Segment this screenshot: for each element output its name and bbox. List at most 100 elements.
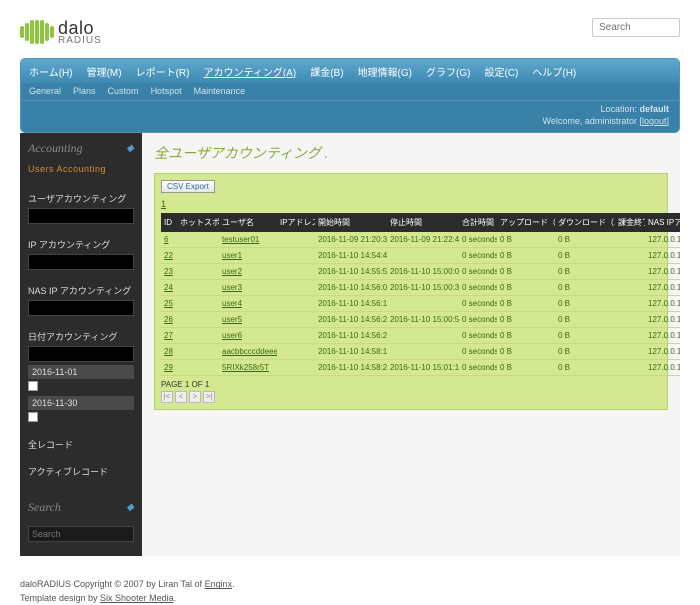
table-cell: 127.0.0.1 [645,280,680,296]
table-cell: 0 seconds [459,312,497,328]
nav-tab[interactable]: グラフ(G) [426,64,470,79]
table-cell: 2016-11-10 15:00:53 [387,312,459,328]
sidebar-item-nasip-accounting[interactable]: NAS IP アカウンティング [28,284,134,316]
row-id-link[interactable]: 23 [164,267,173,276]
table-cell: aacbbcccddeeefff [219,344,277,360]
row-user-link[interactable]: user3 [222,283,242,292]
footer-link-enginx[interactable]: Enginx [205,579,233,589]
table-cell: 2016-11-09 21:20:36 [315,232,387,248]
table-cell: 0 B [497,296,555,312]
column-header[interactable]: アップロード（バイト） [497,213,555,232]
row-user-link[interactable]: user5 [222,315,242,324]
row-user-link[interactable]: testuser01 [222,235,259,244]
welcome-user: administrator [585,116,637,126]
pager-button[interactable]: |< [161,391,173,403]
sidebar-item-user-accounting[interactable]: ユーザアカウンティング [28,192,134,224]
column-header[interactable]: ホットスポット [177,213,219,232]
sidebar-link-all-records[interactable]: 全レコード [28,438,134,451]
row-id-link[interactable]: 26 [164,315,173,324]
sidebar-search-input[interactable] [28,526,134,542]
column-header[interactable]: 合計時間 [459,213,497,232]
table-cell: 0 B [555,344,615,360]
table-cell: 0 B [497,280,555,296]
search-input[interactable] [592,18,680,37]
row-user-link[interactable]: aacbbcccddeeefff [222,347,277,356]
sidebar-input-date-top[interactable] [28,346,134,362]
nav-tab[interactable]: 設定(C) [484,64,518,79]
page-number-top[interactable]: 1 [161,199,661,209]
row-user-link[interactable]: user6 [222,331,242,340]
table-row: 26 user5 2016-11-10 14:56:202016-11-10 15:… [161,312,680,328]
nav-tab[interactable]: 管理(M) [87,64,122,79]
nav-subtab[interactable]: Maintenance [194,86,246,96]
nav-subtab[interactable]: General [29,86,61,96]
sidebar-input-user[interactable] [28,208,134,224]
nav-subtab[interactable]: Custom [108,86,139,96]
row-user-link[interactable]: user4 [222,299,242,308]
table-cell: 127.0.0.1 [645,360,680,376]
row-id-link[interactable]: 27 [164,331,173,340]
sidebar-item-label: ユーザアカウンティング [28,194,126,204]
droplet-icon: ◆ [126,143,134,154]
nav-tab[interactable]: アカウンティング(A) [203,64,296,79]
table-cell: 0 seconds [459,360,497,376]
column-header[interactable]: ユーザ名 [219,213,277,232]
calendar-icon[interactable] [28,412,38,422]
column-header[interactable]: 停止時間 [387,213,459,232]
footer-link-template[interactable]: Six Shooter Media [100,593,174,603]
table-cell: 0 seconds [459,232,497,248]
sidebar-input-ip[interactable] [28,254,134,270]
welcome-prefix: Welcome, [543,116,583,126]
row-user-link[interactable]: user2 [222,267,242,276]
logout-link[interactable]: [logout] [639,116,669,126]
table-cell [277,344,315,360]
table-cell [277,264,315,280]
calendar-icon[interactable] [28,381,38,391]
column-header[interactable]: IPアドレス [277,213,315,232]
table-cell: 0 B [555,360,615,376]
sidebar-input-nasip[interactable] [28,300,134,316]
row-id-link[interactable]: 24 [164,283,173,292]
table-cell: 0 B [497,360,555,376]
pager-button[interactable]: >| [203,391,215,403]
table-cell: 127.0.0.1 [645,296,680,312]
pager-button[interactable]: < [175,391,187,403]
table-cell: 2016-11-10 14:56:20 [315,312,387,328]
table-cell: 127.0.0.1 [645,248,680,264]
csv-export-button[interactable]: CSV Export [161,180,215,193]
sidebar-item-ip-accounting[interactable]: IP アカウンティング [28,238,134,270]
table-cell: 2016-11-10 14:56:27 [315,328,387,344]
row-id-link[interactable]: 28 [164,347,173,356]
nav-subtab[interactable]: Hotspot [151,86,182,96]
table-row: 28aacbbcccddeeefff2016-11-10 14:58:120 s… [161,344,680,360]
row-id-link[interactable]: 6 [164,235,168,244]
row-id-link[interactable]: 29 [164,363,173,372]
column-header[interactable]: 課金終了 [615,213,645,232]
nav-tab[interactable]: 課金(B) [310,64,343,79]
nav-tab[interactable]: ヘルプ(H) [532,64,576,79]
table-cell [177,280,219,296]
column-header[interactable]: NAS IPアドレス [645,213,680,232]
table-cell [277,232,315,248]
nav-tab[interactable]: ホーム(H) [29,64,73,79]
table-cell [177,232,219,248]
nav-subtab[interactable]: Plans [73,86,96,96]
column-header[interactable]: 開始時間 [315,213,387,232]
table-cell: 26 [161,312,177,328]
nav-tabs: ホーム(H) 管理(M) レポート(R) アカウンティング(A) 課金(B) 地理情報(G… [21,59,679,83]
pager-button[interactable]: > [189,391,201,403]
footer-text: . [174,593,177,603]
table-cell: 127.0.0.1 [645,328,680,344]
sidebar-date-to[interactable]: 2016-11-30 [28,396,134,410]
row-id-link[interactable]: 25 [164,299,173,308]
column-header[interactable]: ID [161,213,177,232]
nav-tab[interactable]: レポート(R) [136,64,190,79]
table-cell: 0 seconds [459,264,497,280]
sidebar-link-active-records[interactable]: アクティブレコード [28,465,134,478]
column-header[interactable]: ダウンロード（バイト） [555,213,615,232]
row-id-link[interactable]: 22 [164,251,173,260]
row-user-link[interactable]: user1 [222,251,242,260]
sidebar-date-from[interactable]: 2016-11-01 [28,365,134,379]
row-user-link[interactable]: 5RIXk258r5T [222,363,269,372]
nav-tab[interactable]: 地理情報(G) [358,64,412,79]
